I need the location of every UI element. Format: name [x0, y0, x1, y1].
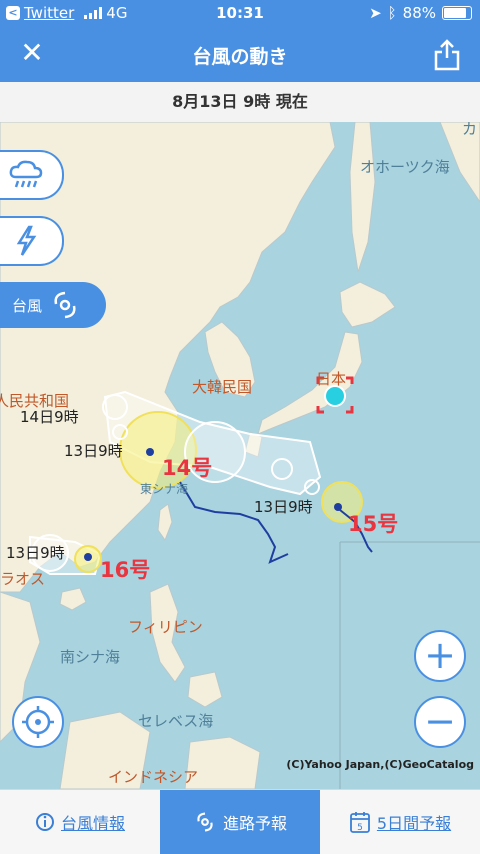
share-icon[interactable] [432, 38, 462, 72]
typhoon-15-time: 13日9時 [254, 498, 313, 516]
label-japan: 日本 [316, 370, 347, 388]
typhoon-16-name[interactable]: 16号 [100, 554, 150, 584]
lightning-icon [16, 225, 37, 256]
typhoon-icon [197, 812, 213, 832]
status-bar: < Twitter 4G 10:31 ➤ ᛒ 88% [0, 0, 480, 28]
info-icon [35, 813, 54, 831]
battery-percent: 88% [402, 4, 436, 22]
tab-typhoon-info-label: 台風情報 [60, 814, 125, 833]
label-indonesia: インドネシア [108, 768, 199, 786]
zoom-in-button[interactable]: + [414, 630, 466, 682]
current-time-bar: 8月13日 9時 現在 [0, 82, 480, 123]
typhoon-15-name[interactable]: 15号 [348, 508, 398, 538]
typhoon-icon [54, 291, 76, 319]
crosshair-icon [22, 706, 54, 738]
typhoon-14-prev-time: 14日9時 [20, 408, 79, 426]
tab-5day-forecast[interactable]: 5 5日間予報 [320, 790, 480, 854]
typhoon-layer-label: 台風 [12, 296, 43, 315]
rain-cloud-icon [9, 160, 43, 188]
rain-layer-button[interactable] [0, 150, 64, 200]
label-south-china-sea: 南シナ海 [60, 648, 121, 666]
calendar-day: 5 [357, 823, 363, 833]
bottom-tab-bar: 台風情報 進路予報 5 5日間予報 [0, 789, 480, 854]
map-copyright: (C)Yahoo Japan,(C)GeoCatalog [286, 758, 474, 771]
location-icon: ➤ [369, 4, 382, 22]
nav-bar: ✕ 台風の動き [0, 28, 480, 82]
label-celebes-sea: セレベス海 [138, 712, 214, 730]
tab-forecast-track[interactable]: 進路予報 [160, 790, 320, 854]
label-philippines: フィリピン [128, 618, 203, 636]
typhoon-layer-button[interactable]: 台風 [0, 282, 106, 328]
label-edge: カ [462, 122, 478, 138]
typhoon-14-name[interactable]: 14号 [162, 452, 212, 482]
label-east-china-sea: 東シナ海 [140, 482, 189, 496]
calendar-icon: 5 [350, 812, 370, 833]
zoom-out-button[interactable]: − [414, 696, 466, 748]
current-location-button[interactable] [12, 696, 64, 748]
label-laos: ラオス [0, 570, 46, 588]
typhoon-16-time: 13日9時 [6, 544, 65, 562]
lightning-layer-button[interactable] [0, 216, 64, 266]
battery-icon [442, 6, 472, 20]
tab-forecast-track-label: 進路予報 [222, 814, 287, 833]
label-okhotsk-sea: オホーツク海 [360, 158, 450, 176]
tab-typhoon-info[interactable]: 台風情報 [0, 790, 160, 854]
page-title: 台風の動き [192, 46, 288, 68]
label-korea: 大韓民国 [192, 378, 253, 396]
tab-5day-forecast-label: 5日間予報 [376, 814, 452, 833]
typhoon-map[interactable]: オホーツク海 カ 大韓民国 日本 人民共和国 ラオス フィリピン 南シナ海 セレ… [0, 122, 480, 789]
typhoon-14-time: 13日9時 [64, 442, 123, 460]
bluetooth-icon: ᛒ [387, 4, 397, 22]
